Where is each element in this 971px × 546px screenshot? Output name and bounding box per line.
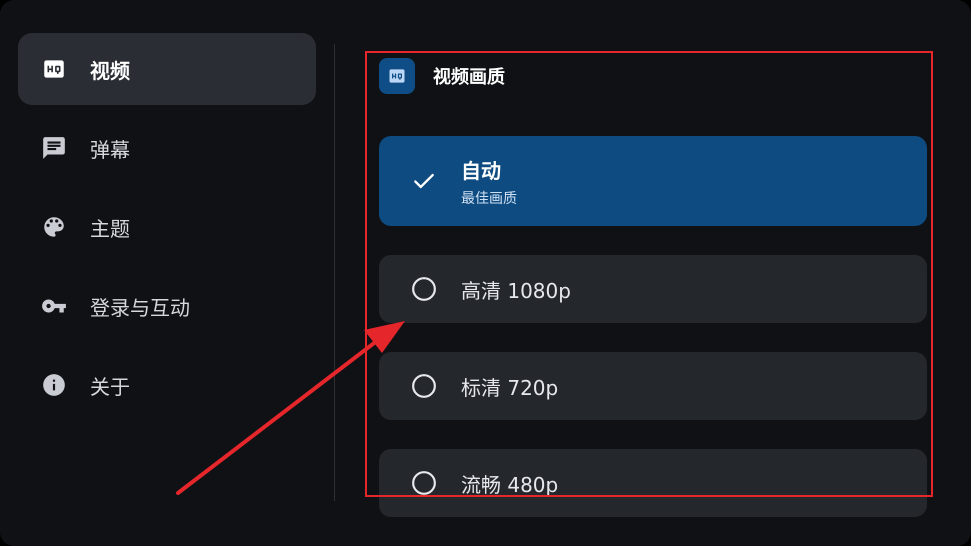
check-icon [411,168,437,194]
radio-unchecked-icon [411,373,437,399]
option-label: 高清 1080p [461,278,571,303]
settings-window: 视频 弹幕 主题 登录与互动 关于 视频画质 自动 最佳画质 高清 1080p … [0,0,971,546]
sidebar-item-login[interactable]: 登录与互动 [18,270,316,342]
sidebar-item-label: 主题 [90,216,130,241]
quality-option-480p[interactable]: 流畅 480p [379,449,927,517]
sidebar-item-label: 弹幕 [90,137,130,162]
sidebar-item-video[interactable]: 视频 [18,33,316,105]
option-label: 流畅 480p [461,472,559,497]
hq-icon [40,55,68,83]
hq-icon [379,58,415,94]
option-label: 标清 720p [461,375,559,400]
video-quality-panel: 视频画质 自动 最佳画质 高清 1080p 标清 720p 流畅 480p [379,58,927,546]
section-header: 视频画质 [379,58,927,94]
sidebar-item-theme[interactable]: 主题 [18,191,316,263]
sidebar-divider [334,44,335,501]
info-icon [40,371,68,399]
option-sublabel: 最佳画质 [461,190,517,207]
sidebar-item-about[interactable]: 关于 [18,349,316,421]
sidebar: 视频 弹幕 主题 登录与互动 关于 [18,33,316,428]
radio-unchecked-icon [411,470,437,496]
sidebar-item-label: 登录与互动 [90,295,190,320]
key-icon [40,292,68,320]
option-label: 自动 [461,158,501,183]
sidebar-item-danmaku[interactable]: 弹幕 [18,112,316,184]
quality-option-auto[interactable]: 自动 最佳画质 [379,136,927,226]
sidebar-item-label: 视频 [90,58,130,83]
quality-option-720p[interactable]: 标清 720p [379,352,927,420]
section-title: 视频画质 [433,67,505,88]
palette-icon [40,213,68,241]
radio-unchecked-icon [411,276,437,302]
sidebar-item-label: 关于 [90,374,130,399]
quality-option-1080p[interactable]: 高清 1080p [379,255,927,323]
chat-icon [40,134,68,162]
